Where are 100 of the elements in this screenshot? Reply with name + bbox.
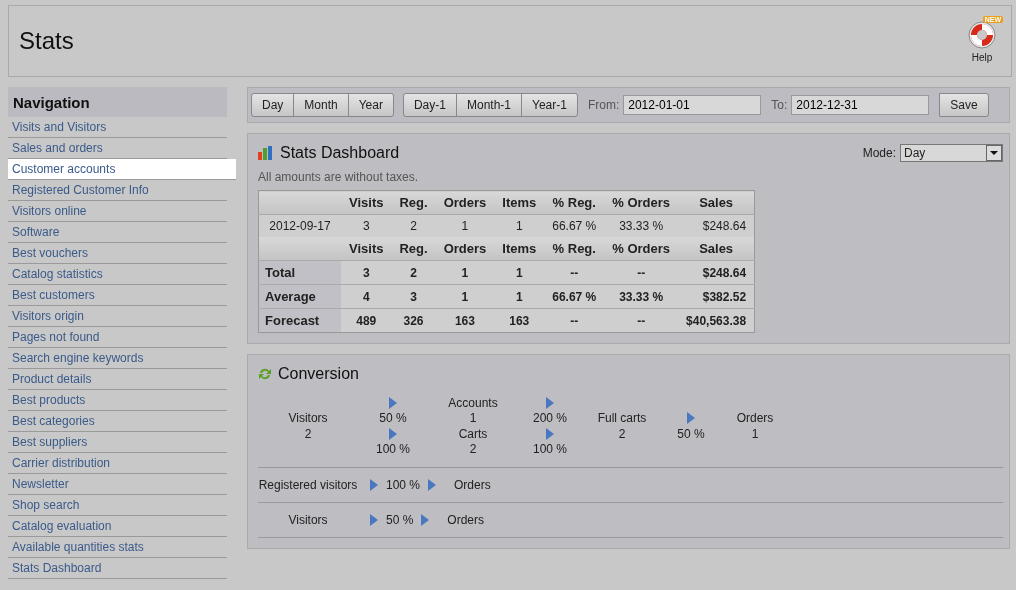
table-cell: 2 xyxy=(391,260,436,285)
navigation-title: Navigation xyxy=(8,87,227,117)
table-cell: $40,563.38 xyxy=(678,308,755,333)
period-button[interactable]: Month-1 xyxy=(455,93,522,117)
nav-item[interactable]: Visitors online xyxy=(8,201,227,222)
funnel-value: 1 xyxy=(751,426,759,441)
dropdown-icon xyxy=(986,145,1002,161)
table-cell: -- xyxy=(544,260,605,285)
table-cell: 163 xyxy=(435,308,495,333)
column-header: % Orders xyxy=(604,237,679,261)
column-header: Items xyxy=(494,190,545,215)
refresh-icon xyxy=(258,367,272,381)
column-header: Reg. xyxy=(391,190,436,215)
table-cell: 1 xyxy=(494,284,545,309)
nav-item[interactable]: Best vouchers xyxy=(8,243,227,264)
funnel-label: Orders xyxy=(454,478,491,492)
nav-item[interactable]: Best products xyxy=(8,390,227,411)
column-header: Visits xyxy=(341,190,392,215)
table-cell: 3 xyxy=(391,284,436,309)
save-button[interactable]: Save xyxy=(939,93,989,117)
table-cell: 1 xyxy=(494,260,545,285)
nav-item[interactable]: Newsletter xyxy=(8,474,227,495)
period-button[interactable]: Month xyxy=(293,93,349,117)
help-label[interactable]: Help xyxy=(971,51,993,63)
to-label: To: xyxy=(771,98,788,112)
nav-item[interactable]: Catalog statistics xyxy=(8,264,227,285)
from-date-field[interactable]: 2012-01-01 xyxy=(623,95,762,115)
nav-item[interactable]: Product details xyxy=(8,369,227,390)
arrow-icon xyxy=(389,427,397,440)
nav-item[interactable]: Catalog evaluation xyxy=(8,516,227,537)
funnel-label: Registered visitors xyxy=(258,478,358,492)
arrow-icon xyxy=(370,514,378,526)
period-button[interactable]: Day xyxy=(251,93,295,117)
nav-item[interactable]: Shop search xyxy=(8,495,227,516)
row-header: Forecast xyxy=(258,308,341,333)
nav-item[interactable]: Best categories xyxy=(8,411,227,432)
taxes-note: All amounts are without taxes. xyxy=(258,170,420,184)
arrow-icon xyxy=(546,427,554,440)
conversion-rate: 200 % xyxy=(533,411,567,426)
funnel-label: Accounts xyxy=(448,395,498,410)
funnel-label: Visitors xyxy=(287,513,329,527)
table-cell: 66.67 % xyxy=(544,284,605,309)
nav-item[interactable]: Visitors origin xyxy=(8,306,227,327)
conversion-rate: 50 % xyxy=(379,411,407,426)
table-cell: 1 xyxy=(435,260,495,285)
column-header: % Orders xyxy=(604,190,679,215)
conversion-rate: 50 % xyxy=(677,426,705,441)
column-header: Orders xyxy=(435,190,495,215)
period-button[interactable]: Year-1 xyxy=(521,93,578,117)
column-header: Reg. xyxy=(391,237,436,261)
table-cell: 489 xyxy=(341,308,392,333)
funnel-label: Orders xyxy=(447,513,485,527)
nav-item[interactable]: Best customers xyxy=(8,285,227,306)
table-cell: 33.33 % xyxy=(604,284,679,309)
column-header: Visits xyxy=(341,237,392,261)
funnel-label: Visitors xyxy=(288,411,328,426)
nav-item[interactable]: Carrier distribution xyxy=(8,453,227,474)
column-header: Sales xyxy=(678,237,755,261)
funnel-label: Carts xyxy=(458,426,488,441)
arrow-icon xyxy=(370,479,378,491)
conversion-rate: 100 % xyxy=(386,478,421,492)
period-button[interactable]: Day-1 xyxy=(402,93,457,117)
from-label: From: xyxy=(587,98,620,112)
bar-chart-icon xyxy=(258,146,274,160)
column-header: Orders xyxy=(435,237,495,261)
arrow-icon xyxy=(421,514,430,526)
table-cell: 4 xyxy=(341,284,392,309)
funnel-label: Orders xyxy=(736,411,774,426)
nav-item[interactable]: Registered Customer Info xyxy=(8,180,227,201)
table-cell: $382.52 xyxy=(678,284,755,309)
period-button[interactable]: Year xyxy=(347,93,394,117)
nav-item[interactable]: Available quantities stats xyxy=(8,537,227,558)
to-date-field[interactable]: 2012-12-31 xyxy=(791,95,930,115)
conversion-rate: 100 % xyxy=(376,442,410,457)
funnel-label: Full carts xyxy=(597,411,647,426)
funnel-value: 2 xyxy=(304,426,312,441)
funnel-value: 1 xyxy=(469,411,477,426)
nav-item[interactable]: Stats Dashboard xyxy=(8,558,227,579)
nav-item[interactable]: Search engine keywords xyxy=(8,348,227,369)
conversion-rate: 100 % xyxy=(533,442,567,457)
panel-title: Stats Dashboard xyxy=(280,144,400,162)
funnel-value: 2 xyxy=(618,426,626,441)
mode-label: Mode: xyxy=(862,146,896,160)
nav-item[interactable]: Best suppliers xyxy=(8,432,227,453)
column-header: Items xyxy=(494,237,545,261)
nav-item[interactable]: Software xyxy=(8,222,227,243)
arrow-icon xyxy=(546,396,554,409)
column-header: % Reg. xyxy=(544,190,605,215)
nav-item[interactable]: Visits and Visitors xyxy=(8,117,227,138)
arrow-icon xyxy=(389,396,397,409)
table-cell: -- xyxy=(604,308,679,333)
nav-item[interactable]: Customer accounts xyxy=(8,159,236,180)
table-cell: 326 xyxy=(391,308,436,333)
mode-select[interactable]: Day xyxy=(900,144,1003,162)
nav-item[interactable]: Pages not found xyxy=(8,327,227,348)
page-title: Stats xyxy=(19,27,74,55)
arrow-icon xyxy=(428,479,437,491)
table-cell: $248.64 xyxy=(678,260,755,285)
column-header: % Reg. xyxy=(544,237,605,261)
table-cell: -- xyxy=(544,308,605,333)
